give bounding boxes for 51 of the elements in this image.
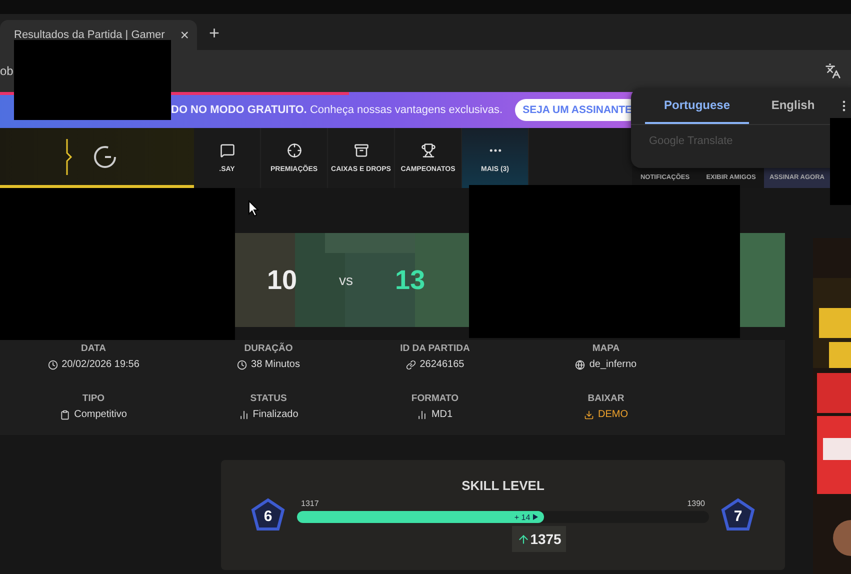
versus-text: vs xyxy=(339,272,354,288)
detail-value: Finalizado xyxy=(252,409,298,420)
divider-icon xyxy=(65,138,73,174)
caret-icon xyxy=(533,514,538,520)
detail-label: DATA xyxy=(81,343,106,354)
globe-icon xyxy=(575,360,586,370)
detail-value: 38 Minutos xyxy=(251,359,300,370)
cursor-icon xyxy=(248,200,259,217)
clock-icon xyxy=(48,360,58,370)
translate-icon[interactable] xyxy=(825,63,841,79)
detail-value: MD1 xyxy=(431,409,453,420)
link-icon xyxy=(406,360,416,370)
new-tab-button[interactable]: + xyxy=(209,23,220,44)
download-icon xyxy=(584,410,594,420)
skill-title: SKILL LEVEL xyxy=(462,478,544,493)
arrow-up-icon xyxy=(517,532,530,546)
trophy-icon xyxy=(420,143,436,158)
promo-text: DO NO MODO GRATUITO. Conheça nossas vantagens exclusivas. xyxy=(171,104,503,116)
crosshair-icon xyxy=(286,143,302,158)
detail-label: BAIXAR xyxy=(588,393,624,404)
chat-icon xyxy=(220,143,234,158)
level-badge: 6 xyxy=(251,498,285,532)
team-score: 10 xyxy=(267,264,298,296)
clock-icon xyxy=(237,360,248,370)
detail-label: STATUS xyxy=(250,393,287,404)
current-points: 1375 xyxy=(512,526,566,552)
clipboard-icon xyxy=(60,410,70,420)
detail-value: de_inferno xyxy=(589,359,637,370)
chest-icon xyxy=(354,143,368,158)
language-tab[interactable]: English xyxy=(749,88,837,124)
detail-label: ID DA PARTIDA xyxy=(400,343,470,354)
detail-value: 26246165 xyxy=(420,359,464,370)
detail-label: DURAÇÃO xyxy=(244,343,293,354)
address-text: ob xyxy=(0,64,14,78)
logo-icon xyxy=(93,144,117,168)
language-tab[interactable]: Portuguese xyxy=(645,88,749,124)
min-points: 1317 xyxy=(301,499,319,508)
gain-text: + 14 xyxy=(514,512,530,522)
detail-value: Competitivo xyxy=(74,409,127,420)
detail-label: FORMATO xyxy=(411,393,459,404)
detail-label: TIPO xyxy=(82,393,105,404)
close-tab-button[interactable]: × xyxy=(180,26,189,44)
max-points: 1390 xyxy=(687,499,705,508)
bar-chart-icon xyxy=(417,410,428,420)
detail-value: 20/02/2026 19:56 xyxy=(62,359,140,370)
detail-label: MAPA xyxy=(592,343,620,354)
level-badge: 7 xyxy=(721,498,755,532)
demo-download-link[interactable]: DEMO xyxy=(598,409,628,420)
bar-chart-icon xyxy=(238,410,249,420)
tab-title: Resultados da Partida | Gamer xyxy=(14,29,166,41)
team-score: 13 xyxy=(395,264,426,296)
